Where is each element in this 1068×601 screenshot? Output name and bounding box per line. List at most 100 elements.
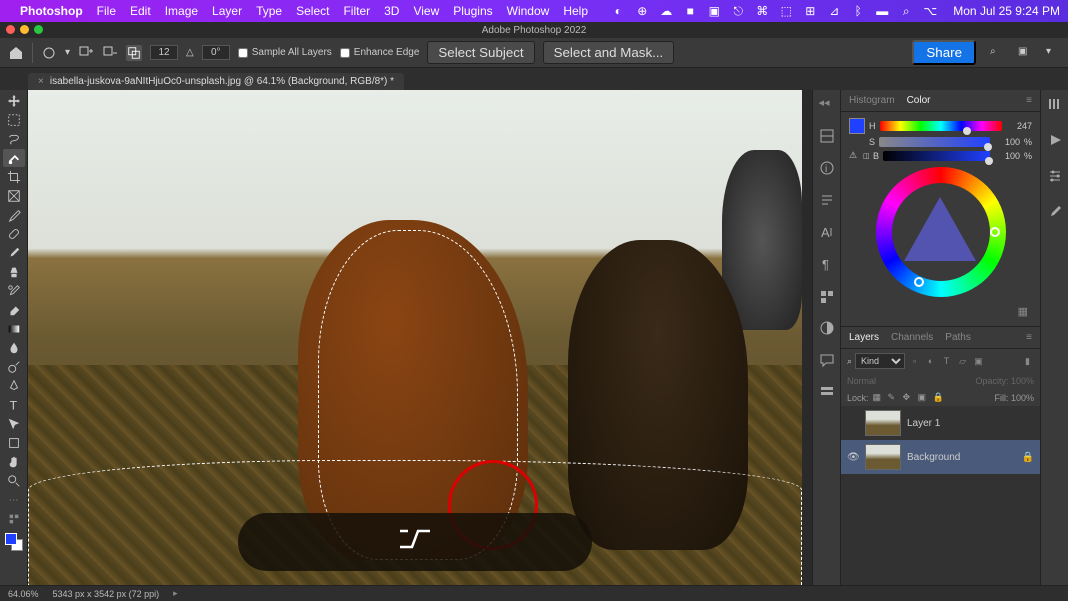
filter-shape-icon[interactable]: ▱ [956,355,969,368]
tab-histogram[interactable]: Histogram [849,95,895,106]
foreground-color[interactable] [5,533,17,545]
filter-search-icon[interactable]: ⌕ [847,356,852,367]
status-icon[interactable]: ⊕ [635,4,649,18]
status-icon[interactable]: ⌘ [755,4,769,18]
clone-tool[interactable] [3,263,25,281]
history-brush-tool[interactable] [3,282,25,300]
lock-trans-icon[interactable]: ▦ [873,392,884,403]
more-tools[interactable]: ⋯ [3,491,25,509]
share-button[interactable]: Share [912,40,976,65]
properties-icon[interactable] [819,192,835,208]
color-swatch[interactable] [5,533,23,551]
tab-channels[interactable]: Channels [891,332,933,343]
sat-slider[interactable] [879,137,990,147]
paragraph-icon[interactable]: ¶ [819,256,835,272]
status-flyout-icon[interactable]: ▸ [173,588,178,599]
menu-file[interactable]: File [97,4,116,18]
lock-paint-icon[interactable]: ✎ [888,392,899,403]
hue-slider[interactable] [880,121,1003,131]
history-icon[interactable] [819,384,835,400]
layer-row[interactable]: 👁 Background 🔒 [841,440,1040,474]
subtract-selection-icon[interactable] [102,45,118,61]
hue-picker[interactable] [990,227,1000,237]
zoom-tool[interactable] [3,472,25,490]
dodge-tool[interactable] [3,358,25,376]
brush-preview-icon[interactable] [41,45,57,61]
tab-layers[interactable]: Layers [849,332,879,343]
layer-thumbnail[interactable] [865,410,901,436]
bri-value[interactable]: 100 [994,151,1020,161]
panel-menu-icon[interactable]: ≡ [1026,332,1032,343]
hue-value[interactable]: 247 [1006,121,1032,131]
filter-adjust-icon[interactable]: ◐ [924,355,937,368]
menu-select[interactable]: Select [296,4,329,18]
clock[interactable]: Mon Jul 25 9:24 PM [953,4,1060,18]
panel-menu-icon[interactable]: ≡ [1026,95,1032,106]
control-center-icon[interactable]: ⌥ [923,4,937,18]
status-icon[interactable]: ⬚ [779,4,793,18]
layer-name[interactable]: Layer 1 [907,418,940,429]
frame-tool[interactable] [3,187,25,205]
expand-panels-icon[interactable]: ◂◂ [819,96,835,112]
status-icon[interactable]: ☁ [659,4,673,18]
filter-kind-select[interactable]: Kind [855,353,905,369]
chevron-down-icon[interactable]: ▾ [1046,46,1060,60]
filter-smart-icon[interactable]: ▣ [972,355,985,368]
menu-edit[interactable]: Edit [130,4,151,18]
blur-tool[interactable] [3,339,25,357]
crop-tool[interactable] [3,168,25,186]
menu-image[interactable]: Image [165,4,198,18]
edit-toolbar[interactable] [3,510,25,528]
layer-row[interactable]: Layer 1 [841,406,1040,440]
lock-all-icon[interactable]: 🔒 [933,392,944,403]
intersect-selection-icon[interactable] [126,45,142,61]
status-icon[interactable]: ⊞ [803,4,817,18]
battery-icon[interactable]: ▬ [875,4,889,18]
menu-plugins[interactable]: Plugins [453,4,492,18]
filter-toggle[interactable]: ▮ [1021,355,1034,368]
character-icon[interactable]: A [819,224,835,240]
hand-tool[interactable] [3,453,25,471]
status-icon[interactable]: ⎋ [731,4,745,18]
menu-help[interactable]: Help [563,4,588,18]
brush-tool[interactable] [3,244,25,262]
layer-name[interactable]: Background [907,452,960,463]
move-tool[interactable] [3,92,25,110]
filter-type-icon[interactable]: T [940,355,953,368]
layer-thumbnail[interactable] [865,444,901,470]
document-canvas[interactable] [28,90,802,585]
path-tool[interactable] [3,415,25,433]
tab-color[interactable]: Color [907,95,931,106]
shape-tool[interactable] [3,434,25,452]
menu-window[interactable]: Window [507,4,550,18]
panel-icon[interactable] [819,128,835,144]
status-icon[interactable]: ◐ [611,4,625,18]
color-wheel[interactable] [876,167,1006,297]
brush-size-input[interactable]: 12 [150,45,178,60]
home-icon[interactable] [8,45,24,61]
sat-value[interactable]: 100 [994,137,1020,147]
menu-view[interactable]: View [413,4,439,18]
close-window[interactable] [6,25,15,34]
select-subject-button[interactable]: Select Subject [427,41,534,64]
close-tab-icon[interactable]: × [38,76,44,87]
library-grid-icon[interactable] [1047,96,1063,112]
color-grid-icon[interactable]: ▦ [849,303,1032,320]
search-icon[interactable]: ⌕ [899,4,913,18]
lock-pos-icon[interactable]: ✥ [903,392,914,403]
eraser-tool[interactable] [3,301,25,319]
comments-icon[interactable] [819,352,835,368]
scrollbar[interactable] [802,90,812,585]
menu-type[interactable]: Type [256,4,282,18]
blend-mode[interactable]: Normal [847,376,876,386]
wifi-icon[interactable]: ⊿ [827,4,841,18]
marquee-tool[interactable] [3,111,25,129]
visibility-toggle[interactable]: 👁 [847,452,859,463]
angle-input[interactable]: 0° [202,45,230,60]
zoom-level[interactable]: 64.06% [8,589,39,599]
sample-all-layers-checkbox[interactable]: Sample All Layers [238,47,332,58]
quick-selection-tool[interactable] [3,149,25,167]
status-icon[interactable]: ▣ [707,4,721,18]
libraries-icon[interactable] [819,288,835,304]
minimize-window[interactable] [20,25,29,34]
